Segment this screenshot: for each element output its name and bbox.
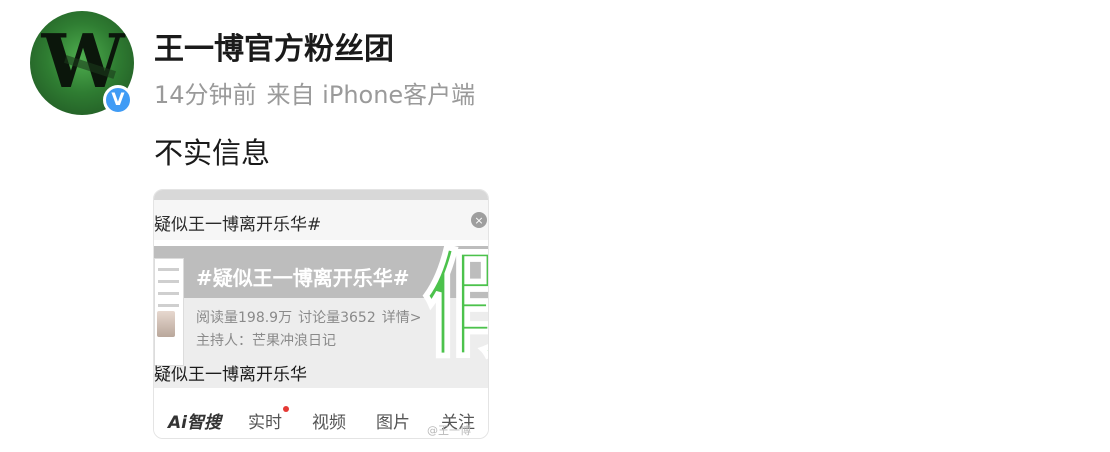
topic-reads: 阅读量198.9万 [196,310,293,326]
thumbnail-photo [157,311,175,337]
screenshot-topic-host: 主持人：芒果冲浪日记 [196,333,336,349]
post-text: 不实信息 [154,136,271,170]
screenshot-result-title: 疑似王一博离开乐华 [154,365,307,385]
screenshot-topic-title: #疑似王一博离开乐华# [196,266,410,290]
topic-discussions: 讨论量3652 [298,310,376,326]
post-meta: 14分钟前 来自 iPhone客户端 [154,75,485,110]
screenshot-tab-ai: Ai智搜 [168,413,221,433]
screenshot-status-strip [154,190,488,200]
image-watermark: @王一博 [427,424,471,437]
screenshot-topic-stats: 阅读量198.9万 讨论量3652 详情> [196,307,427,327]
clear-icon: × [471,212,487,228]
fake-stamp: 假 [421,245,488,365]
post-time: 14分钟前 [154,81,257,109]
verified-badge-icon: V [103,85,133,115]
author-name[interactable]: 王一博官方粉丝团 [154,24,394,68]
topic-details-link: 详情> [381,310,422,326]
post-source: 来自 iPhone客户端 [266,81,476,109]
screenshot-tab-video: 视频 [312,413,346,433]
screenshot-search-bar: 疑似王一博离开乐华# × [154,200,488,241]
notification-dot-icon [283,406,289,412]
screenshot-search-query: 疑似王一博离开乐华# [154,215,322,235]
screenshot-tab-live: 实时 [248,406,289,433]
screenshot-tab-pictures: 图片 [376,413,410,433]
screenshot-tab-live-label: 实时 [248,413,282,433]
screenshot-topic-thumbnail [154,258,184,366]
post-image[interactable]: 疑似王一博离开乐华# × #疑似王一博离开乐华# 阅读量198.9万 讨论量365… [153,189,489,439]
